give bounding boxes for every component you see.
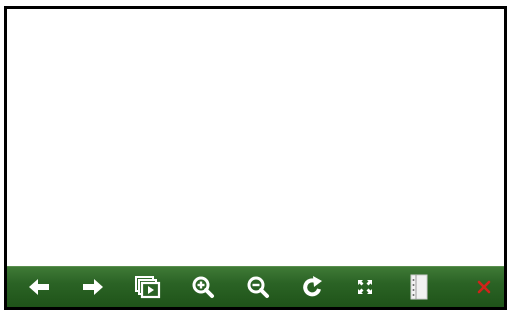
- fit-screen-icon: [358, 280, 372, 294]
- zoom-out-icon: [247, 276, 269, 298]
- image-display-area[interactable]: [7, 9, 504, 267]
- slideshow-button[interactable]: [132, 267, 164, 307]
- next-button[interactable]: [77, 267, 109, 307]
- close-icon: [477, 280, 491, 294]
- close-button[interactable]: [468, 267, 500, 307]
- slideshow-icon: [135, 276, 161, 299]
- document-icon: [410, 274, 428, 300]
- zoom-in-button[interactable]: [187, 267, 219, 307]
- image-viewer-window: [4, 6, 507, 310]
- zoom-in-icon: [192, 276, 214, 298]
- zoom-out-button[interactable]: [242, 267, 274, 307]
- rotate-button[interactable]: [297, 267, 329, 307]
- details-button[interactable]: [403, 267, 435, 307]
- arrow-left-icon: [29, 279, 49, 295]
- rotate-icon: [303, 276, 322, 297]
- fit-screen-button[interactable]: [349, 267, 381, 307]
- arrow-right-icon: [83, 279, 103, 295]
- viewer-toolbar: [7, 266, 504, 307]
- previous-button[interactable]: [23, 267, 55, 307]
